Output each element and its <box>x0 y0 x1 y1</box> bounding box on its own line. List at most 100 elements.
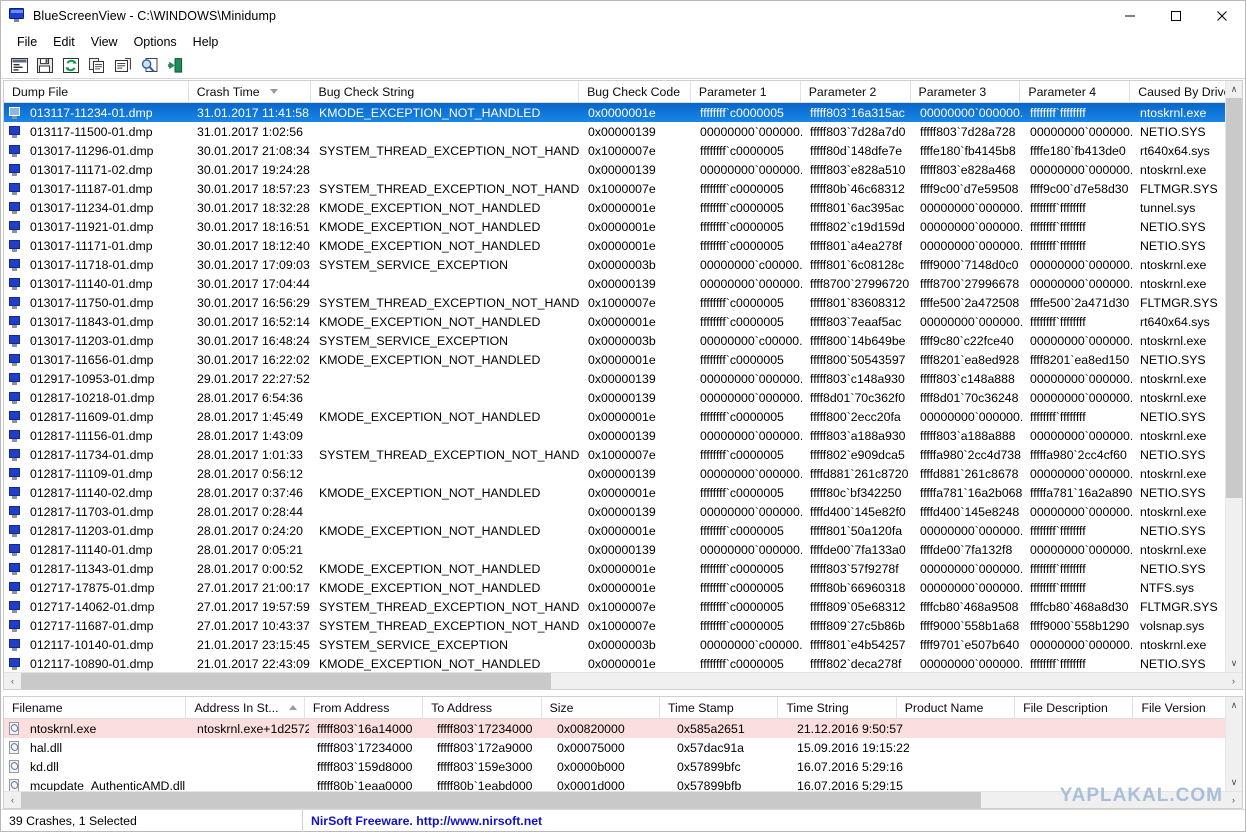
crash-list-row[interactable]: 013017-11234-01.dmp 30.01.2017 18:32:28 KM… <box>4 198 1242 217</box>
status-nirsoft-link[interactable]: NirSoft Freeware. http://www.nirsoft.net <box>303 810 1245 832</box>
crash-list[interactable]: Dump File Crash Time Bug Check String Bug C… <box>3 80 1243 690</box>
maximize-button[interactable] <box>1153 1 1199 31</box>
crash-vscroll-thumb[interactable] <box>1226 98 1242 498</box>
crash-list-row[interactable]: 012717-11687-01.dmp 27.01.2017 10:43:37 SY… <box>4 616 1242 635</box>
crash-list-row[interactable]: 012117-10890-01.dmp 21.01.2017 22:43:09 KM… <box>4 654 1242 672</box>
crash-list-row[interactable]: 013117-11234-01.dmp 31.01.2017 11:41:58 KM… <box>4 103 1242 122</box>
scroll-up-arrow-icon[interactable]: ∧ <box>1226 81 1242 98</box>
driver-list-column-header-1[interactable]: Address In St... <box>186 697 305 718</box>
crash-list-row[interactable]: 013017-11656-01.dmp 30.01.2017 16:22:02 KM… <box>4 350 1242 369</box>
crash-list-cell-crash_time: 28.01.2017 0:00:52 <box>197 561 303 576</box>
crash-list-row[interactable]: 013017-11171-02.dmp 30.01.2017 19:24:28 0x… <box>4 160 1242 179</box>
crash-list-row[interactable]: 012817-11609-01.dmp 28.01.2017 1:45:49 KMO… <box>4 407 1242 426</box>
driver-hscroll-thumb[interactable] <box>21 791 981 808</box>
crash-list-row[interactable]: 012817-11109-01.dmp 28.01.2017 0:56:12 0x0… <box>4 464 1242 483</box>
crash-list-vscrollbar[interactable]: ∧ ∨ <box>1225 81 1242 672</box>
crash-list-cell-dump_file: 012117-10140-01.dmp <box>30 637 154 652</box>
driver-scroll-left-arrow-icon[interactable]: ‹ <box>4 791 21 808</box>
crash-list-row[interactable]: 013017-11187-01.dmp 30.01.2017 18:57:23 SY… <box>4 179 1242 198</box>
minimize-button[interactable] <box>1107 1 1153 31</box>
crash-vscroll-track[interactable] <box>1226 98 1242 655</box>
crash-list-cell-p3: 00000000`000000... <box>920 656 1022 671</box>
crash-list-row[interactable]: 013017-11718-01.dmp 30.01.2017 17:09:03 SY… <box>4 255 1242 274</box>
menu-view[interactable]: View <box>83 33 126 51</box>
crash-list-row[interactable]: 012817-11703-01.dmp 28.01.2017 0:28:44 0x0… <box>4 502 1242 521</box>
crash-list-row[interactable]: 013017-11750-01.dmp 30.01.2017 16:56:29 SY… <box>4 293 1242 312</box>
report-icon[interactable] <box>112 55 134 76</box>
scroll-right-arrow-icon[interactable]: › <box>1225 672 1242 689</box>
menu-file[interactable]: File <box>9 33 45 51</box>
driver-list-column-header-0[interactable]: Filename <box>4 697 187 718</box>
crash-list-column-header-7[interactable]: Parameter 4 <box>1020 81 1131 102</box>
driver-scroll-up-arrow-icon[interactable]: ∧ <box>1226 697 1242 714</box>
crash-list-row[interactable]: 013017-11296-01.dmp 30.01.2017 21:08:34 SY… <box>4 141 1242 160</box>
crash-list-row[interactable]: 012817-11343-01.dmp 28.01.2017 0:00:52 KMO… <box>4 559 1242 578</box>
driver-list-hscrollbar[interactable]: ‹ › <box>4 791 1242 808</box>
driver-list-row[interactable]: ntoskrnl.exe ntoskrnl.exe+1d2572 fffff803`… <box>4 719 1242 738</box>
crash-list-cell-dump_file: 013017-11843-01.dmp <box>30 314 154 329</box>
crash-list-row[interactable]: 012717-17875-01.dmp 27.01.2017 21:00:17 KM… <box>4 578 1242 597</box>
crash-list-column-header-5[interactable]: Parameter 2 <box>801 81 911 102</box>
crash-hscroll-thumb[interactable] <box>21 672 551 689</box>
crash-list-row[interactable]: 013017-11921-01.dmp 30.01.2017 18:16:51 KM… <box>4 217 1242 236</box>
driver-list-column-header-3[interactable]: To Address <box>423 697 542 718</box>
driver-list-column-header-6[interactable]: Time String <box>778 697 897 718</box>
crash-list-column-header-2[interactable]: Bug Check String <box>311 81 580 102</box>
driver-vscroll-track[interactable] <box>1226 714 1242 774</box>
driver-list-column-header-4[interactable]: Size <box>542 697 660 718</box>
driver-list-row[interactable]: mcupdate_AuthenticAMD.dll fffff80b`1eaa00… <box>4 776 1242 791</box>
crash-list-row[interactable]: 013117-11500-01.dmp 31.01.2017 1:02:56 0x0… <box>4 122 1242 141</box>
close-button[interactable] <box>1199 1 1245 31</box>
find-icon[interactable] <box>138 55 160 76</box>
crash-list-row[interactable]: 013017-11203-01.dmp 30.01.2017 16:48:24 SY… <box>4 331 1242 350</box>
crash-list-cell-p3: fffffa980`2cc4d738 <box>920 447 1021 462</box>
driver-list-vscrollbar[interactable]: ∧ ∨ <box>1225 697 1242 791</box>
crash-list-row[interactable]: 012817-11156-01.dmp 28.01.2017 1:43:09 0x0… <box>4 426 1242 445</box>
menu-options[interactable]: Options <box>126 33 185 51</box>
driver-scroll-right-arrow-icon[interactable]: › <box>1225 791 1242 808</box>
menu-help[interactable]: Help <box>185 33 227 51</box>
crash-list-column-header-0[interactable]: Dump File <box>4 81 189 102</box>
driver-list-column-header-7[interactable]: Product Name <box>897 697 1016 718</box>
driver-scroll-down-arrow-icon[interactable]: ∨ <box>1226 774 1242 791</box>
driver-list-column-header-2[interactable]: From Address <box>305 697 424 718</box>
scroll-down-arrow-icon[interactable]: ∨ <box>1226 655 1242 672</box>
driver-hscroll-track[interactable] <box>21 791 1225 808</box>
crash-list-column-header-3[interactable]: Bug Check Code <box>579 81 691 102</box>
crash-list-hscrollbar[interactable]: ‹ › <box>4 672 1242 689</box>
refresh-icon[interactable] <box>60 55 82 76</box>
crash-list-row[interactable]: 012717-14062-01.dmp 27.01.2017 19:57:59 SY… <box>4 597 1242 616</box>
menu-edit[interactable]: Edit <box>45 33 83 51</box>
exit-icon[interactable] <box>164 55 186 76</box>
driver-list-row[interactable]: kd.dll fffff803`159d8000 fffff803`159e3000… <box>4 757 1242 776</box>
crash-list-row[interactable]: 012817-10218-01.dmp 28.01.2017 6:54:36 0x0… <box>4 388 1242 407</box>
copy-icon[interactable] <box>86 55 108 76</box>
crash-list-column-header-1[interactable]: Crash Time <box>189 81 311 102</box>
crash-list-column-header-6[interactable]: Parameter 3 <box>911 81 1021 102</box>
crash-list-column-header-4[interactable]: Parameter 1 <box>691 81 801 102</box>
scroll-left-arrow-icon[interactable]: ‹ <box>4 672 21 689</box>
save-icon[interactable] <box>34 55 56 76</box>
driver-list-column-header-5[interactable]: Time Stamp <box>660 697 779 718</box>
crash-hscroll-track[interactable] <box>21 672 1225 689</box>
properties-icon[interactable] <box>8 55 30 76</box>
crash-dump-monitor-icon <box>4 141 22 160</box>
crash-list-cell-p1: 00000000`000000... <box>700 466 802 481</box>
crash-list-row[interactable]: 012917-10953-01.dmp 29.01.2017 22:27:52 0x… <box>4 369 1242 388</box>
driver-list-row[interactable]: hal.dll fffff803`17234000 fffff803`172a900… <box>4 738 1242 757</box>
crash-list-row[interactable]: 012817-11203-01.dmp 28.01.2017 0:24:20 KMO… <box>4 521 1242 540</box>
driver-list[interactable]: Filename Address In St... From Address To A… <box>3 696 1243 809</box>
crash-list-cell-p4: ffffffff`ffffffff <box>1030 105 1086 120</box>
crash-list-row[interactable]: 012817-11734-01.dmp 28.01.2017 1:01:33 SYS… <box>4 445 1242 464</box>
crash-list-body[interactable]: 013117-11234-01.dmp 31.01.2017 11:41:58 KM… <box>4 103 1242 672</box>
crash-dump-monitor-icon <box>4 616 22 635</box>
crash-list-row[interactable]: 012817-11140-01.dmp 28.01.2017 0:05:21 0x0… <box>4 540 1242 559</box>
crash-list-row[interactable]: 013017-11171-01.dmp 30.01.2017 18:12:40 KM… <box>4 236 1242 255</box>
crash-list-row[interactable]: 013017-11843-01.dmp 30.01.2017 16:52:14 KM… <box>4 312 1242 331</box>
crash-list-row[interactable]: 013017-11140-01.dmp 30.01.2017 17:04:44 0x… <box>4 274 1242 293</box>
crash-list-row[interactable]: 012117-10140-01.dmp 21.01.2017 23:15:45 SY… <box>4 635 1242 654</box>
driver-list-column-header-8[interactable]: File Description <box>1015 697 1134 718</box>
crash-list-cell-p1: ffffffff`c0000005 <box>700 314 784 329</box>
driver-list-body[interactable]: ntoskrnl.exe ntoskrnl.exe+1d2572 fffff803`… <box>4 719 1242 791</box>
crash-list-row[interactable]: 012817-11140-02.dmp 28.01.2017 0:37:46 KMO… <box>4 483 1242 502</box>
